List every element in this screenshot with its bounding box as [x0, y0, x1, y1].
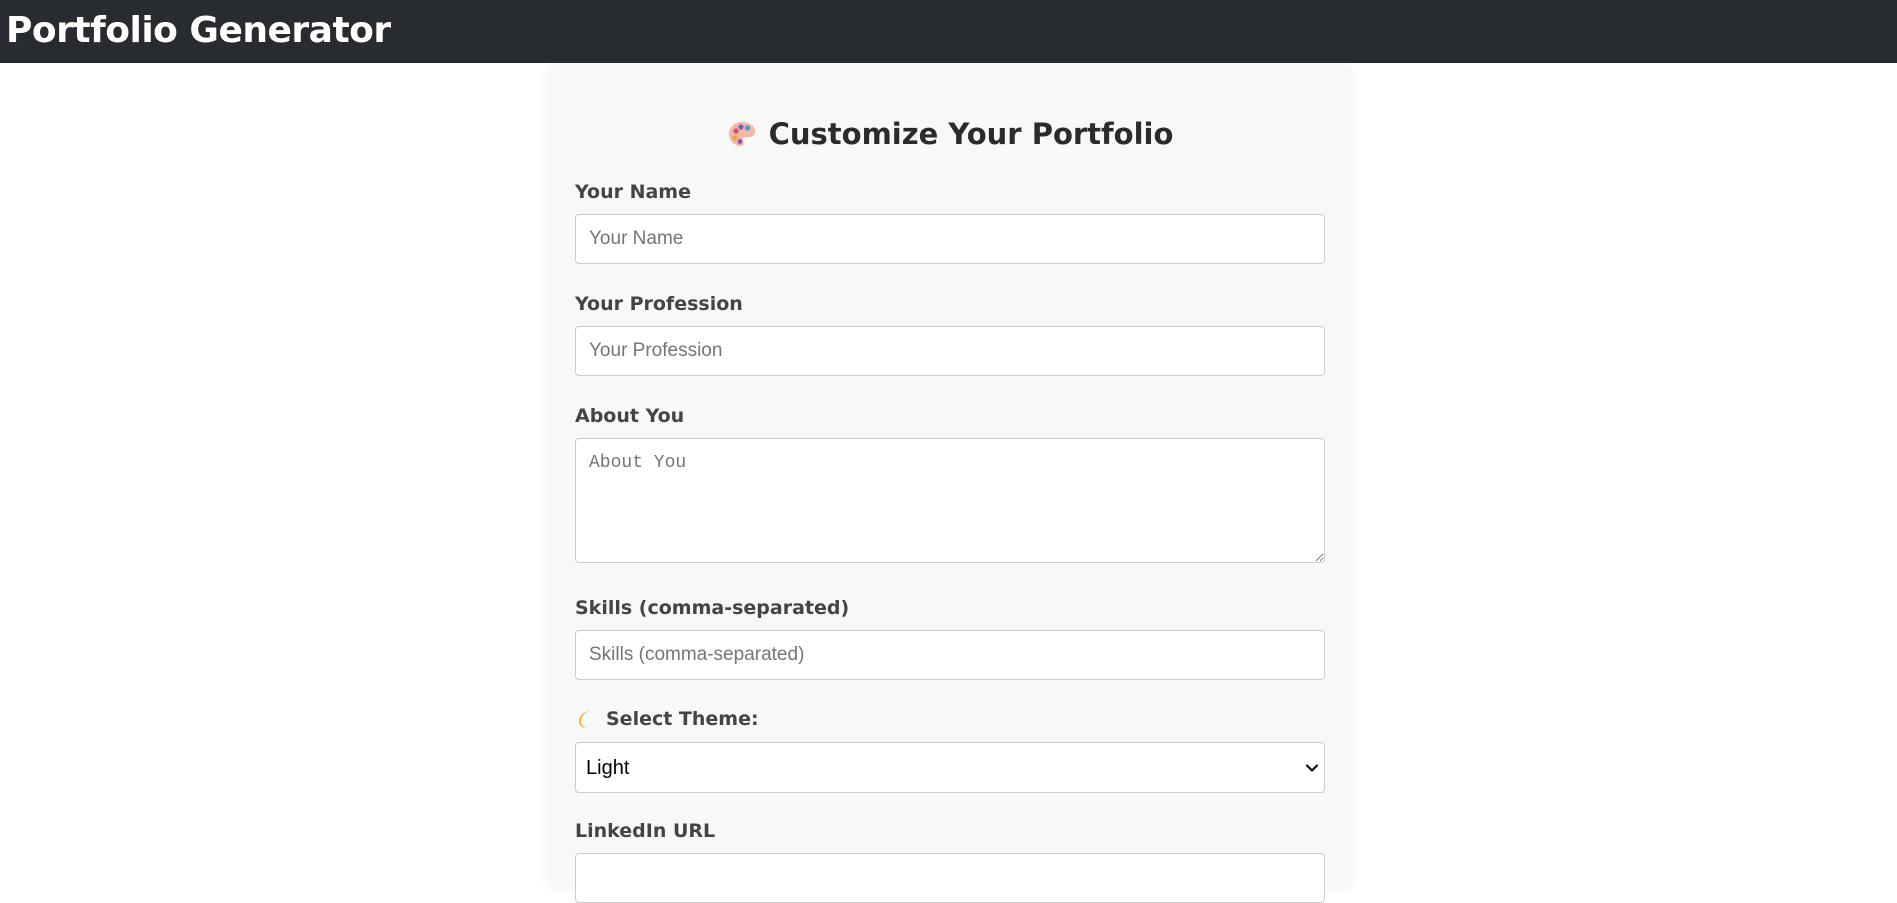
- linkedin-input[interactable]: [575, 853, 1325, 903]
- skills-label: Skills (comma-separated): [575, 597, 850, 619]
- app-title: Portfolio Generator: [6, 10, 391, 51]
- linkedin-label: LinkedIn URL: [575, 820, 716, 842]
- portfolio-form-card: Customize Your Portfolio Your Name Your …: [549, 67, 1351, 903]
- theme-select[interactable]: Light: [575, 742, 1325, 793]
- chevron-down-icon: [1305, 761, 1319, 775]
- name-label: Your Name: [575, 181, 691, 203]
- about-textarea[interactable]: [575, 438, 1325, 563]
- about-label: About You: [575, 405, 685, 427]
- name-input[interactable]: [575, 214, 1325, 264]
- theme-label: Select Theme:: [575, 708, 759, 730]
- skills-input[interactable]: [575, 630, 1325, 680]
- theme-label-text: Select Theme:: [606, 708, 759, 730]
- palette-icon: [727, 119, 757, 149]
- profession-label: Your Profession: [575, 293, 743, 315]
- profession-input[interactable]: [575, 326, 1325, 376]
- top-bar: Portfolio Generator: [0, 0, 1897, 63]
- form-heading: Customize Your Portfolio: [549, 116, 1351, 152]
- form-heading-text: Customize Your Portfolio: [768, 117, 1174, 151]
- moon-icon: [575, 708, 597, 730]
